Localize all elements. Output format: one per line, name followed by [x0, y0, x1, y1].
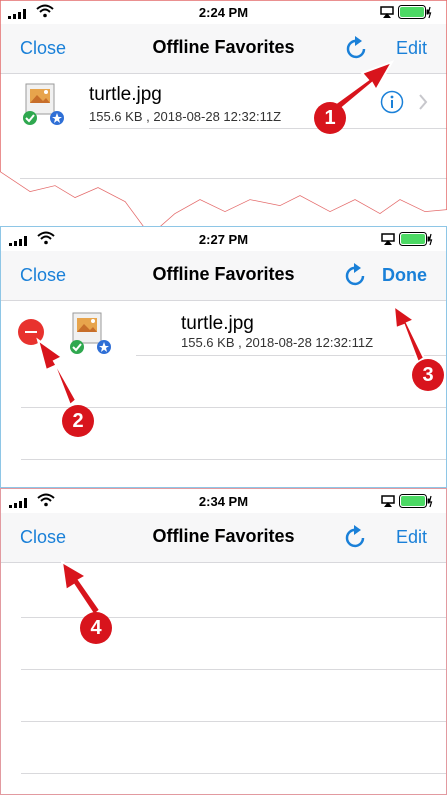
page-title: Offline Favorites: [152, 264, 295, 284]
done-button[interactable]: Done: [382, 265, 427, 286]
battery-charging-icon: [399, 232, 433, 246]
screenshot-panel-2: 2:27 PM Close Offline Favorites Done tur…: [0, 226, 447, 488]
step-badge-3: 3: [412, 359, 444, 391]
image-file-icon: [70, 312, 111, 354]
delete-minus-icon[interactable]: [18, 319, 44, 345]
step-badge-4: 4: [80, 612, 112, 644]
file-name: turtle.jpg: [181, 313, 254, 334]
screenshot-panel-3: 2:34 PM Close Offline Favorites Edit: [0, 488, 447, 795]
row-divider: [21, 773, 446, 774]
edit-button[interactable]: Edit: [396, 527, 427, 548]
airplay-icon: [381, 233, 395, 245]
file-details: 155.6 KB , 2018-08-28 12:32:11Z: [181, 335, 374, 350]
status-bar: 2:34 PM: [1, 489, 446, 513]
torn-edge: [0, 0, 447, 238]
row-divider: [21, 721, 446, 722]
status-bar: 2:27 PM: [1, 227, 446, 251]
refresh-icon[interactable]: [344, 525, 368, 551]
status-time: 2:34 PM: [198, 494, 249, 509]
screenshot-panel-1: 2:24 PM Close Offline Favorites Edit tur…: [0, 0, 447, 238]
page-title: Offline Favorites: [152, 526, 295, 546]
step-badge-1: 1: [314, 102, 346, 134]
navigation-bar: Close Offline Favorites Edit: [1, 513, 446, 563]
battery-charging-icon: [399, 494, 433, 508]
status-time: 2:27 PM: [198, 232, 249, 247]
airplay-icon: [381, 495, 395, 507]
row-divider: [21, 459, 446, 460]
row-divider: [136, 355, 446, 356]
navigation-bar: Close Offline Favorites Done: [1, 251, 446, 301]
row-divider: [21, 669, 446, 670]
step-badge-2: 2: [62, 405, 94, 437]
refresh-icon[interactable]: [344, 263, 368, 289]
